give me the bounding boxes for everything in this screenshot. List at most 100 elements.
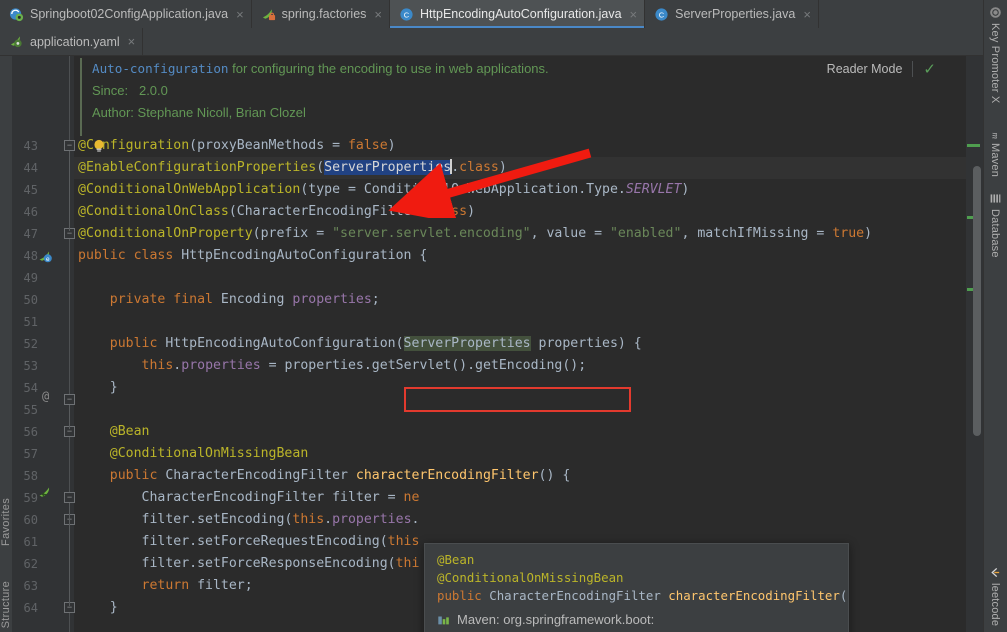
maven-icon: m bbox=[990, 132, 1000, 139]
tooltip-signature-keyword: public bbox=[437, 588, 482, 603]
line-number: 57 bbox=[23, 447, 38, 461]
line-number: 46 bbox=[23, 205, 38, 219]
spring-factories-icon bbox=[262, 8, 275, 20]
java-class-icon: C bbox=[400, 7, 413, 21]
reader-mode-control[interactable]: Reader Mode ✓ bbox=[827, 61, 936, 77]
fold-region-line bbox=[69, 151, 70, 231]
java-class-icon: C bbox=[655, 7, 668, 21]
tooltip-signature: public CharacterEncodingFilter character… bbox=[437, 587, 848, 605]
code-line-52: public HttpEncodingAutoConfiguration(Ser… bbox=[109, 336, 642, 351]
code-line-56: @Bean bbox=[109, 424, 150, 439]
code-line-57: @ConditionalOnMissingBean bbox=[109, 446, 309, 461]
line-number: 58 bbox=[23, 469, 38, 483]
line-number: 44 bbox=[23, 161, 38, 175]
svg-text:C: C bbox=[659, 10, 665, 19]
editor-error-stripe[interactable] bbox=[966, 56, 984, 632]
doc-comment-line-since: Since: 2.0.0 bbox=[92, 83, 168, 98]
code-editor[interactable]: 43 44 45 46 47 48 49 50 51 52 53 54 55 5… bbox=[12, 56, 984, 632]
svg-text:C: C bbox=[404, 10, 410, 19]
code-line-53: this.properties = properties.getServlet(… bbox=[141, 358, 587, 373]
tooltip-source-row: Maven: org.springframework.boot: bbox=[437, 612, 836, 627]
tab-close-icon[interactable]: × bbox=[236, 8, 244, 21]
code-line-59: CharacterEncodingFilter filter = ne bbox=[141, 490, 420, 505]
spring-bean-gutter-icon[interactable]: e bbox=[38, 248, 54, 264]
stripe-item-maven[interactable]: m Maven bbox=[986, 126, 1004, 177]
code-line-46: @ConditionalOnClass(CharacterEncodingFil… bbox=[78, 204, 476, 219]
tab-label: HttpEncodingAutoConfiguration.java bbox=[420, 7, 622, 21]
stripe-item-database[interactable]: Database bbox=[986, 192, 1004, 258]
code-line-43-real: @Configuration(proxyBeanMethods = false) bbox=[78, 138, 396, 153]
tab-close-icon[interactable]: × bbox=[803, 8, 811, 21]
tab-serverproperties[interactable]: C ServerProperties.java × bbox=[645, 0, 819, 28]
documentation-tooltip-popup[interactable]: @Bean @ConditionalOnMissingBean public C… bbox=[424, 543, 849, 632]
spring-bean-method-gutter-icon[interactable] bbox=[38, 484, 54, 500]
inspection-ok-check-icon[interactable]: ✓ bbox=[923, 62, 936, 77]
line-number: 53 bbox=[23, 359, 38, 373]
editor-gutter[interactable]: 43 44 45 46 47 48 49 50 51 52 53 54 55 5… bbox=[12, 56, 75, 632]
editor-tab-bar-row-1: Springboot02ConfigApplication.java × spr… bbox=[0, 0, 1007, 28]
spring-yaml-icon bbox=[10, 36, 22, 48]
tab-springboot02configapplication[interactable]: Springboot02ConfigApplication.java × bbox=[0, 0, 252, 28]
tooltip-signature-parens: () bbox=[839, 588, 848, 603]
tab-spring-factories[interactable]: spring.factories × bbox=[251, 0, 391, 28]
intention-bulb-icon[interactable] bbox=[91, 138, 107, 154]
stripe-item-leetcode[interactable]: leetcode bbox=[986, 566, 1004, 626]
tooltip-source-label: Maven: org.springframework.boot: bbox=[457, 612, 655, 627]
tab-application-yaml[interactable]: application.yaml × bbox=[0, 28, 144, 55]
stripe-item-structure[interactable]: Structure bbox=[0, 581, 12, 628]
tooltip-signature-method: characterEncodingFilter bbox=[668, 588, 840, 603]
leetcode-icon bbox=[990, 567, 999, 577]
tab-bar-spacer bbox=[818, 0, 981, 28]
editor-tab-bar-row-2: application.yaml × bbox=[0, 28, 1007, 56]
spring-boot-class-icon bbox=[9, 7, 24, 21]
tooltip-annotation-bean: @Bean bbox=[437, 551, 836, 569]
code-line-48: public class HttpEncodingAutoConfigurati… bbox=[78, 248, 428, 263]
code-line-60: filter.setEncoding(this.properties. bbox=[141, 512, 420, 527]
line-number: 56 bbox=[23, 425, 38, 439]
line-number: 55 bbox=[23, 403, 38, 417]
stripe-item-key-promoter-x[interactable]: Key Promoter X bbox=[986, 6, 1004, 103]
line-number: 47 bbox=[23, 227, 38, 241]
maven-library-icon bbox=[438, 616, 449, 624]
database-icon bbox=[990, 194, 1000, 203]
line-number: 48 bbox=[23, 249, 38, 263]
doc-comment-left-bar bbox=[80, 58, 82, 136]
left-tool-window-stripe: Structure Favorites bbox=[0, 56, 12, 632]
key-promoter-icon bbox=[989, 7, 1001, 18]
tooltip-signature-type: CharacterEncodingFilter bbox=[489, 588, 661, 603]
doc-text: for configuring the encoding to use in w… bbox=[228, 61, 549, 76]
line-number: 51 bbox=[23, 315, 38, 329]
line-number: 43 bbox=[23, 139, 38, 153]
fold-region-line bbox=[69, 405, 70, 429]
code-line-45: @ConditionalOnWebApplication(type = Cond… bbox=[78, 182, 690, 197]
tab-close-icon[interactable]: × bbox=[128, 35, 136, 48]
tab-label: application.yaml bbox=[30, 34, 120, 49]
tab-label: Springboot02ConfigApplication.java bbox=[30, 7, 229, 21]
stripe-label: Maven bbox=[989, 143, 1001, 178]
reader-mode-label: Reader Mode bbox=[826, 62, 903, 76]
svg-text:e: e bbox=[46, 256, 50, 263]
tab-httpencodingautoconfiguration[interactable]: C HttpEncodingAutoConfiguration.java × bbox=[390, 0, 646, 28]
line-number: 64 bbox=[23, 601, 38, 615]
code-line-50: private final Encoding properties; bbox=[109, 292, 380, 307]
stripe-item-favorites[interactable]: Favorites bbox=[0, 498, 12, 546]
reader-mode-divider bbox=[912, 61, 914, 77]
line-number: 59 bbox=[23, 491, 38, 505]
line-number: 62 bbox=[23, 557, 38, 571]
stripe-marker[interactable] bbox=[967, 144, 980, 147]
fold-region-line bbox=[69, 503, 70, 606]
tab-label: spring.factories bbox=[281, 7, 367, 21]
tooltip-annotation-conditional: @ConditionalOnMissingBean bbox=[437, 569, 836, 587]
intellij-editor-window: Springboot02ConfigApplication.java × spr… bbox=[0, 0, 1007, 632]
doc-link-auto-configuration[interactable]: Auto-configuration bbox=[92, 61, 228, 76]
stripe-label: leetcode bbox=[989, 582, 1001, 626]
override-annotation-gutter-icon[interactable]: @ bbox=[42, 389, 49, 403]
tab-close-icon[interactable]: × bbox=[374, 8, 382, 21]
line-number: 61 bbox=[23, 535, 38, 549]
tab-bar-spacer-2 bbox=[143, 28, 1007, 55]
tab-close-icon[interactable]: × bbox=[630, 8, 638, 21]
line-number: 50 bbox=[23, 293, 38, 307]
editor-vertical-scrollbar-thumb[interactable] bbox=[973, 166, 981, 436]
